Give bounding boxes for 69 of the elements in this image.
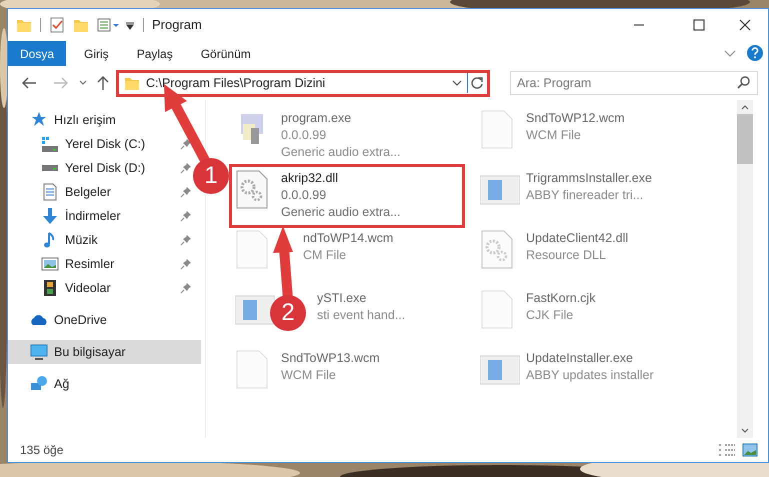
nav-item[interactable]: Müzik — [8, 228, 192, 252]
file-item[interactable]: akrip32.dll 0.0.0.99 Generic audio extra... — [231, 166, 463, 226]
nav-item[interactable]: Videolar — [8, 276, 192, 300]
nav-item[interactable]: İndirmeler — [8, 204, 192, 228]
file-detail: WCM File — [281, 367, 337, 384]
nav-item[interactable]: Resimler — [8, 252, 192, 276]
ribbon-tab[interactable]: Görünüm — [188, 41, 263, 66]
file-name: akrip32.dll — [281, 170, 339, 187]
file-name: TrigrammsInstaller.exe — [526, 170, 652, 187]
search-field[interactable]: Ara: Program — [510, 71, 758, 95]
film-icon — [41, 279, 59, 297]
file-detail: WCM File — [526, 127, 582, 144]
file-name: ySTI.exe — [317, 290, 368, 307]
details-view-icon[interactable] — [718, 443, 736, 457]
monitor-icon — [30, 343, 48, 361]
file-name: ndToWP14.wcm — [303, 230, 394, 247]
pin-icon[interactable] — [180, 162, 192, 174]
up-icon[interactable] — [96, 75, 110, 91]
scrollbar-thumb[interactable] — [737, 114, 753, 164]
ribbon-tab[interactable]: Paylaş — [124, 41, 185, 66]
pin-icon[interactable] — [180, 138, 192, 150]
drive-icon — [41, 165, 59, 171]
file-name: UpdateInstaller.exe — [526, 350, 634, 367]
nav-item[interactable]: Belgeler — [8, 180, 192, 204]
properties-icon[interactable] — [97, 17, 121, 33]
file-detail: ABBY finereader tri... — [526, 187, 644, 204]
network-icon — [30, 375, 48, 393]
nav-item[interactable]: Yerel Disk (C:) — [8, 132, 192, 156]
pin-icon[interactable] — [180, 210, 192, 222]
window-title: Program — [152, 16, 202, 34]
pin-icon[interactable] — [180, 186, 192, 198]
nav-item[interactable]: Yerel Disk (D:) — [8, 156, 192, 180]
file-detail: CM File — [303, 247, 348, 264]
nav-item[interactable]: Hızlı erişim — [8, 108, 192, 132]
nav-item[interactable]: Ağ — [8, 372, 192, 396]
file-detail: Generic audio extra... — [281, 144, 401, 161]
back-icon[interactable] — [20, 75, 38, 91]
pin-icon[interactable] — [180, 282, 192, 294]
nav-item[interactable]: Bu bilgisayar — [8, 340, 201, 364]
file-name: SndToWP13.wcm — [281, 350, 380, 367]
file-detail: Resource DLL — [526, 247, 607, 264]
address-path: C:\Program Files\Program Dizini — [146, 74, 326, 92]
scrollbar[interactable] — [737, 100, 753, 438]
file-detail: ABBY updates installer — [526, 367, 654, 384]
download-icon — [41, 207, 59, 225]
item-count: 135 öğe — [20, 442, 64, 459]
file-name: FastKorn.cjk — [526, 290, 596, 307]
file-name: UpdateClient42.dll — [526, 230, 628, 247]
pin-icon[interactable] — [180, 234, 192, 246]
document-icon — [41, 183, 59, 201]
file-detail: CJK File — [526, 307, 574, 324]
file-detail: sti event hand... — [317, 307, 406, 324]
file-detail: 0.0.0.99 — [281, 127, 328, 144]
nav-item[interactable]: OneDrive — [8, 308, 192, 332]
file-name: program.exe — [281, 110, 352, 127]
file-detail: 0.0.0.99 — [281, 187, 328, 204]
large-icons-view-icon[interactable] — [742, 443, 758, 457]
file-name: SndToWP12.wcm — [526, 110, 625, 127]
address-bar[interactable]: C:\Program Files\Program Dizini — [116, 70, 490, 96]
pin-icon[interactable] — [180, 258, 192, 270]
star-icon — [30, 111, 48, 129]
ribbon-tab[interactable]: Dosya — [8, 41, 66, 66]
file-detail: Generic audio extra... — [281, 204, 401, 221]
folder-icon — [124, 75, 140, 91]
image-icon — [41, 255, 59, 273]
ribbon-tab[interactable]: Giriş — [72, 41, 121, 66]
checklist-icon[interactable] — [49, 17, 65, 33]
search-icon[interactable] — [736, 75, 752, 91]
drive-icon — [41, 136, 59, 152]
